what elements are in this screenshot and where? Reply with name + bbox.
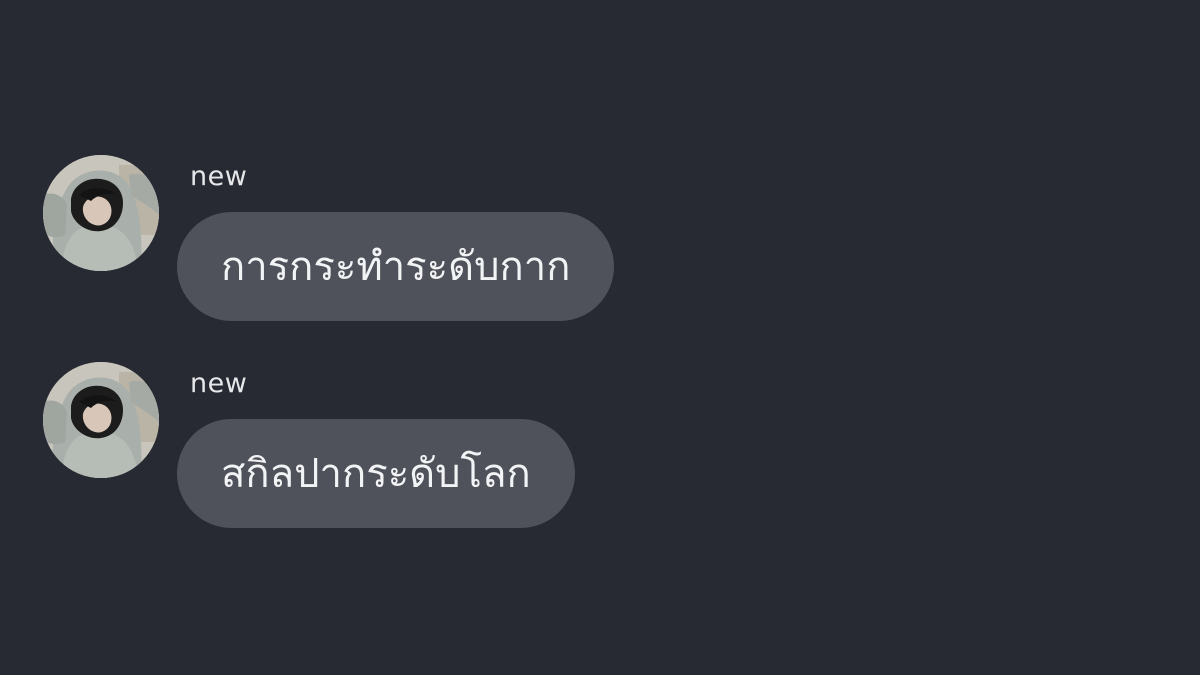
message-text: สกิลปากระดับโลก: [221, 450, 531, 497]
avatar[interactable]: [43, 362, 159, 478]
sender-name: new: [190, 368, 248, 399]
chat-message-list: new การกระทำระดับกาก new สกิลปากระดับโลก: [0, 0, 1200, 675]
sender-name: new: [190, 161, 248, 192]
message-text: การกระทำระดับกาก: [221, 243, 571, 290]
chat-message: new สกิลปากระดับโลก: [0, 362, 1200, 542]
message-bubble[interactable]: สกิลปากระดับโลก: [177, 419, 575, 528]
message-bubble[interactable]: การกระทำระดับกาก: [177, 212, 615, 321]
avatar[interactable]: [43, 155, 159, 271]
chat-message: new การกระทำระดับกาก: [0, 155, 1200, 335]
